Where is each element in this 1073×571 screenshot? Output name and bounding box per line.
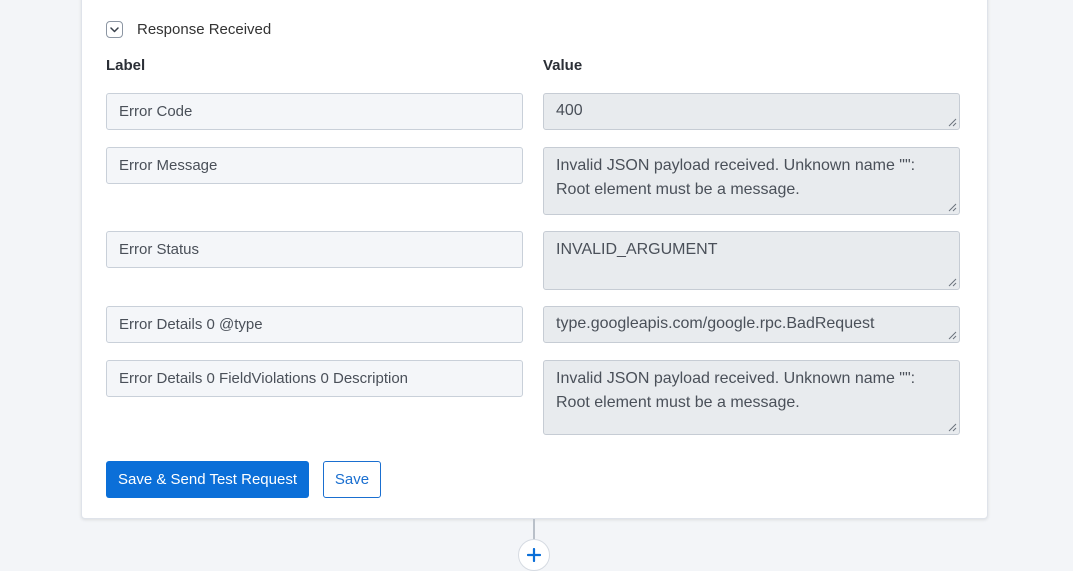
value-field-error-status[interactable]: INVALID_ARGUMENT — [543, 231, 960, 290]
value-text: type.googleapis.com/google.rpc.BadReques… — [556, 315, 875, 332]
value-field-error-details-type[interactable]: type.googleapis.com/google.rpc.BadReques… — [543, 306, 960, 343]
label-field-error-details-type[interactable]: Error Details 0 @type — [106, 306, 523, 343]
save-button[interactable]: Save — [323, 461, 381, 498]
resize-grip-icon[interactable] — [948, 118, 957, 127]
value-field-error-message[interactable]: Invalid JSON payload received. Unknown n… — [543, 147, 960, 215]
resize-grip-icon[interactable] — [948, 331, 957, 340]
label-field-error-message[interactable]: Error Message — [106, 147, 523, 184]
chevron-down-icon[interactable] — [106, 21, 123, 38]
resize-grip-icon[interactable] — [948, 423, 957, 432]
label-column-header: Label — [106, 57, 146, 74]
value-column-header: Value — [543, 57, 583, 74]
value-text: 400 — [556, 102, 583, 119]
value-field-error-code[interactable]: 400 — [543, 93, 960, 130]
resize-grip-icon[interactable] — [948, 203, 957, 212]
response-section-toggle[interactable]: Response Received — [106, 21, 271, 38]
value-text: INVALID_ARGUMENT — [556, 241, 718, 258]
label-field-error-details-description[interactable]: Error Details 0 FieldViolations 0 Descri… — [106, 360, 523, 397]
value-text: Invalid JSON payload received. Unknown n… — [556, 370, 916, 411]
add-step-button[interactable] — [518, 539, 550, 571]
label-field-error-status[interactable]: Error Status — [106, 231, 523, 268]
resize-grip-icon[interactable] — [948, 278, 957, 287]
section-title: Response Received — [137, 21, 272, 38]
value-text: Invalid JSON payload received. Unknown n… — [556, 157, 916, 198]
label-field-error-code[interactable]: Error Code — [106, 93, 523, 130]
plus-icon — [527, 548, 541, 562]
save-send-test-request-button[interactable]: Save & Send Test Request — [106, 461, 309, 498]
value-field-error-details-description[interactable]: Invalid JSON payload received. Unknown n… — [543, 360, 960, 435]
